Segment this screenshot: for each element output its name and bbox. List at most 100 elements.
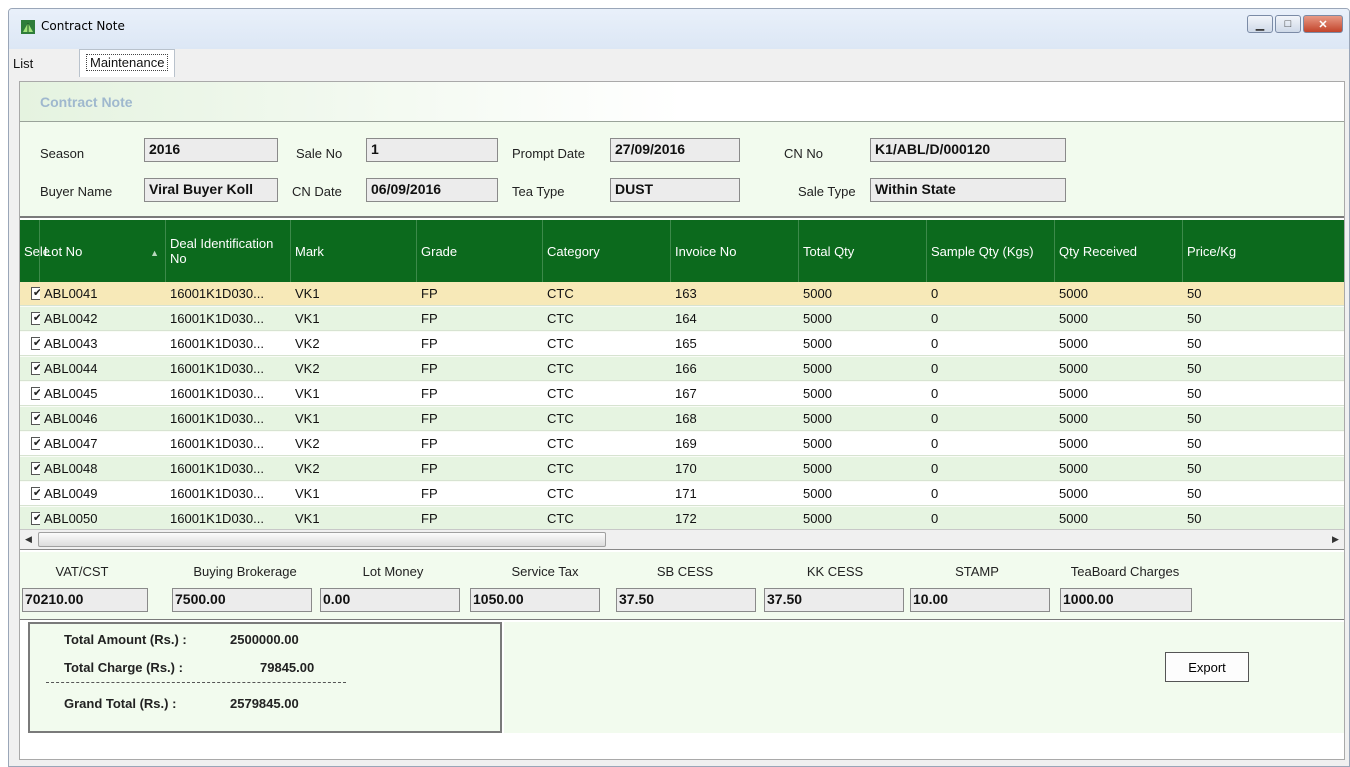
sale-type-field[interactable]: Within State <box>870 178 1066 202</box>
cell-grade: FP <box>421 436 438 451</box>
vat-cst-field[interactable]: 70210.00 <box>22 588 148 612</box>
lots-grid: Sele Lot No ▲ Deal Identification No Mar… <box>20 220 1344 550</box>
sale-type-label: Sale Type <box>798 184 856 199</box>
cell-mark: VK1 <box>295 486 320 501</box>
col-header-select[interactable]: Sele <box>20 220 50 282</box>
cell-deal-id: 16001K1D030... <box>170 336 264 351</box>
cell-invoice-no: 163 <box>675 286 697 301</box>
cell-price-kg: 50 <box>1187 336 1202 351</box>
cell-deal-id: 16001K1D030... <box>170 361 264 376</box>
season-label: Season <box>40 146 85 161</box>
buying-brokerage-field[interactable]: 7500.00 <box>172 588 312 612</box>
table-row[interactable]: ✔ ABL0044 16001K1D030... VK2 FP CTC 166 5000 0 50… <box>20 357 1344 381</box>
cell-mark: VK1 <box>295 511 320 526</box>
row-select-checkbox[interactable]: ✔ <box>31 287 40 300</box>
tab-list[interactable]: List <box>13 55 33 77</box>
lot-money-field[interactable]: 0.00 <box>320 588 460 612</box>
tab-maintenance[interactable]: Maintenance <box>79 49 176 77</box>
table-row[interactable]: ✔ ABL0048 16001K1D030... VK2 FP CTC 170 5000 0 50… <box>20 457 1344 481</box>
buyer-name-field[interactable]: Viral Buyer Koll <box>144 178 278 202</box>
table-row[interactable]: ✔ ABL0046 16001K1D030... VK1 FP CTC 168 5000 0 50… <box>20 407 1344 431</box>
cell-grade: FP <box>421 486 438 501</box>
sb-cess-field[interactable]: 37.50 <box>616 588 756 612</box>
scroll-thumb[interactable] <box>38 532 606 547</box>
teaboard-charges-field[interactable]: 1000.00 <box>1060 588 1192 612</box>
cell-select: ✔ <box>20 507 40 530</box>
cell-select: ✔ <box>20 282 40 305</box>
cn-date-label: CN Date <box>292 184 342 199</box>
cell-select: ✔ <box>20 382 40 405</box>
cell-sample-qty: 0 <box>931 411 939 426</box>
row-select-checkbox[interactable]: ✔ <box>31 487 40 500</box>
table-row[interactable]: ✔ ABL0047 16001K1D030... VK2 FP CTC 169 5000 0 50… <box>20 432 1344 456</box>
cn-no-field[interactable]: K1/ABL/D/000120 <box>870 138 1066 162</box>
cell-qty-received: 5000 <box>1059 486 1088 501</box>
cn-date-field[interactable]: 06/09/2016 <box>366 178 498 202</box>
col-header-category[interactable]: Category <box>543 220 671 282</box>
cell-total-qty: 5000 <box>803 486 832 501</box>
cell-total-qty: 5000 <box>803 411 832 426</box>
col-header-deal-id[interactable]: Deal Identification No <box>166 220 291 282</box>
minimize-button[interactable]: ▁ <box>1247 15 1273 33</box>
row-select-checkbox[interactable]: ✔ <box>31 337 40 350</box>
col-header-price-kg[interactable]: Price/Kg <box>1183 220 1344 282</box>
maximize-button[interactable]: □ <box>1275 15 1301 33</box>
row-select-checkbox[interactable]: ✔ <box>31 512 40 525</box>
col-header-qty-received[interactable]: Qty Received <box>1055 220 1183 282</box>
row-select-checkbox[interactable]: ✔ <box>31 362 40 375</box>
row-select-checkbox[interactable]: ✔ <box>31 387 40 400</box>
total-amount-label: Total Amount (Rs.) : <box>64 632 187 647</box>
cell-lot-no: ABL0049 <box>44 486 98 501</box>
actions-area: Export <box>504 622 1344 733</box>
grid-header: Sele Lot No ▲ Deal Identification No Mar… <box>20 220 1344 282</box>
col-header-mark[interactable]: Mark <box>291 220 417 282</box>
cell-sample-qty: 0 <box>931 511 939 526</box>
cell-grade: FP <box>421 286 438 301</box>
row-select-checkbox[interactable]: ✔ <box>31 437 40 450</box>
row-select-checkbox[interactable]: ✔ <box>31 462 40 475</box>
cell-total-qty: 5000 <box>803 361 832 376</box>
cell-price-kg: 50 <box>1187 386 1202 401</box>
table-row[interactable]: ✔ ABL0042 16001K1D030... VK1 FP CTC 164 5000 0 50… <box>20 307 1344 331</box>
export-button[interactable]: Export <box>1165 652 1249 682</box>
service-tax-field[interactable]: 1050.00 <box>470 588 600 612</box>
cell-category: CTC <box>547 386 574 401</box>
cell-invoice-no: 167 <box>675 386 697 401</box>
cell-category: CTC <box>547 311 574 326</box>
sale-no-field[interactable]: 1 <box>366 138 498 162</box>
col-header-sample-qty[interactable]: Sample Qty (Kgs) <box>927 220 1055 282</box>
col-header-invoice-no[interactable]: Invoice No <box>671 220 799 282</box>
cell-select: ✔ <box>20 482 40 505</box>
lot-money-label: Lot Money <box>362 564 424 579</box>
scroll-right-icon[interactable]: ▶ <box>1327 530 1344 549</box>
cell-lot-no: ABL0045 <box>44 386 98 401</box>
contract-fields: Season 2016 Sale No 1 Prompt Date 27/09/… <box>20 122 1344 218</box>
col-header-total-qty[interactable]: Total Qty <box>799 220 927 282</box>
cell-invoice-no: 164 <box>675 311 697 326</box>
tab-bar: List Maintenance <box>9 49 1349 81</box>
scroll-left-icon[interactable]: ◀ <box>20 530 37 549</box>
table-row[interactable]: ✔ ABL0041 16001K1D030... VK1 FP CTC 163 5000 0 50… <box>20 282 1344 306</box>
season-field[interactable]: 2016 <box>144 138 278 162</box>
tea-type-field[interactable]: DUST <box>610 178 740 202</box>
col-header-lot-no[interactable]: Lot No ▲ <box>40 220 166 282</box>
cell-total-qty: 5000 <box>803 436 832 451</box>
stamp-field[interactable]: 10.00 <box>910 588 1050 612</box>
cell-qty-received: 5000 <box>1059 336 1088 351</box>
cell-deal-id: 16001K1D030... <box>170 461 264 476</box>
table-row[interactable]: ✔ ABL0050 16001K1D030... VK1 FP CTC 172 5000 0 50… <box>20 507 1344 531</box>
cell-deal-id: 16001K1D030... <box>170 511 264 526</box>
cell-select: ✔ <box>20 432 40 455</box>
close-button[interactable]: ✕ <box>1303 15 1343 33</box>
row-select-checkbox[interactable]: ✔ <box>31 412 40 425</box>
row-select-checkbox[interactable]: ✔ <box>31 312 40 325</box>
horizontal-scrollbar[interactable]: ◀ ▶ <box>20 529 1344 549</box>
cell-sample-qty: 0 <box>931 336 939 351</box>
table-row[interactable]: ✔ ABL0045 16001K1D030... VK1 FP CTC 167 5000 0 50… <box>20 382 1344 406</box>
prompt-date-field[interactable]: 27/09/2016 <box>610 138 740 162</box>
cell-grade: FP <box>421 361 438 376</box>
table-row[interactable]: ✔ ABL0049 16001K1D030... VK1 FP CTC 171 5000 0 50… <box>20 482 1344 506</box>
table-row[interactable]: ✔ ABL0043 16001K1D030... VK2 FP CTC 165 5000 0 50… <box>20 332 1344 356</box>
kk-cess-field[interactable]: 37.50 <box>764 588 904 612</box>
col-header-grade[interactable]: Grade <box>417 220 543 282</box>
